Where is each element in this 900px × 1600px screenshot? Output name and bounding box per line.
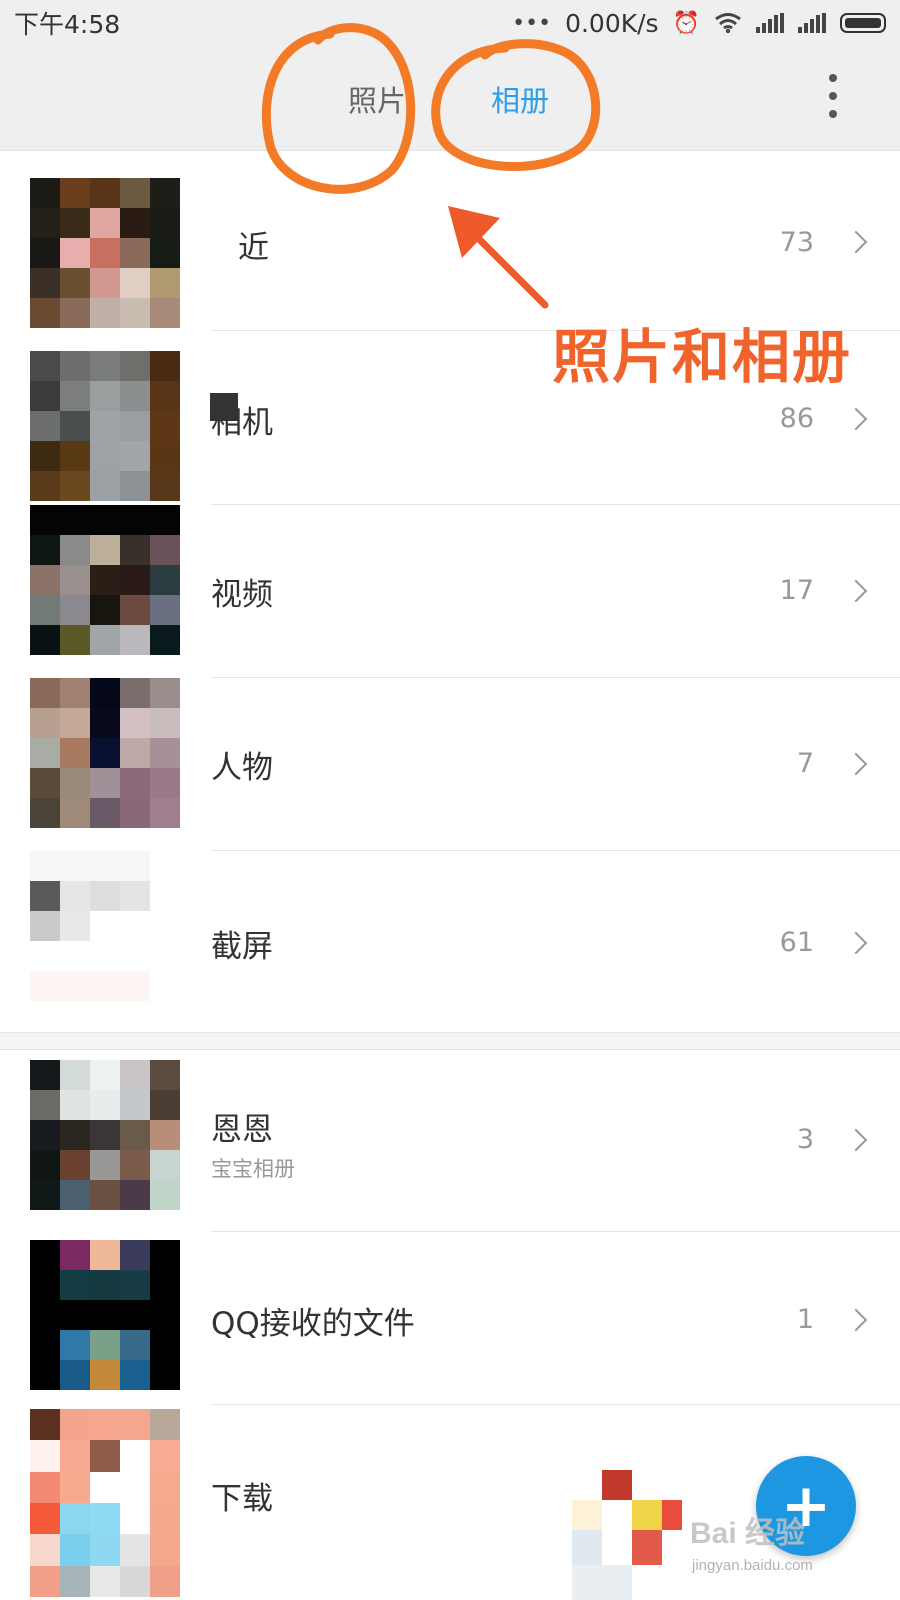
alarm-icon: ⏰	[672, 10, 700, 36]
net-speed: 0.00K/s	[565, 8, 659, 38]
watermark-url: jingyan.baidu.com	[692, 1557, 813, 1574]
annotation-label: 照片和相册	[552, 323, 853, 391]
section-separator	[0, 1032, 900, 1050]
album-thumbnail	[30, 351, 180, 501]
album-row[interactable]: 恩恩 宝宝相册 3	[0, 1050, 900, 1230]
album-title: QQ接收的文件	[211, 1306, 415, 1342]
status-icons: ••• 0.00K/s ⏰	[512, 9, 886, 38]
album-row[interactable]: 截屏 61	[0, 851, 900, 1031]
album-thumbnail	[30, 678, 180, 828]
signal-icon	[756, 13, 784, 33]
album-thumbnail	[30, 178, 180, 328]
album-count: 61	[779, 927, 814, 958]
chevron-right-icon	[844, 931, 868, 955]
album-row[interactable]: 视频 17	[0, 505, 900, 677]
tab-albums[interactable]: 相册	[491, 78, 549, 120]
album-count: 73	[779, 227, 814, 258]
status-time: 下午4:58	[14, 10, 121, 39]
chevron-right-icon	[844, 1128, 868, 1152]
album-title: 近	[238, 230, 269, 266]
album-row[interactable]: 近 73	[0, 152, 900, 328]
album-thumbnail	[30, 505, 180, 655]
chevron-right-icon	[844, 579, 868, 603]
album-thumbnail	[30, 1240, 180, 1390]
signal-icon-2	[798, 13, 826, 33]
pixelated-image	[572, 1470, 692, 1600]
album-title: 人物	[211, 750, 273, 786]
album-row[interactable]: 人物 7	[0, 678, 900, 850]
watermark-logo: Bai 经验	[690, 1517, 806, 1550]
chevron-right-icon	[844, 752, 868, 776]
header: 照片 相册	[0, 46, 900, 151]
album-title: 下载	[211, 1481, 273, 1517]
album-subtitle: 宝宝相册	[211, 1157, 295, 1181]
chevron-right-icon	[844, 1308, 868, 1332]
tab-photos[interactable]: 照片	[348, 78, 406, 120]
wifi-icon	[715, 13, 741, 34]
album-title: 截屏	[211, 929, 273, 965]
chevron-right-icon	[844, 407, 868, 431]
album-count: 17	[779, 575, 814, 606]
album-title: 视频	[211, 577, 273, 613]
album-title: 恩恩	[211, 1112, 273, 1148]
album-count: 86	[779, 403, 814, 434]
album-title: 相机	[211, 405, 273, 441]
battery-icon	[840, 13, 886, 33]
album-row[interactable]: QQ接收的文件 1	[0, 1232, 900, 1404]
album-count: 1	[796, 1304, 814, 1335]
status-bar: 下午4:58 ••• 0.00K/s ⏰	[0, 0, 900, 46]
more-dots-icon: •••	[512, 10, 552, 36]
album-count: 7	[796, 748, 814, 779]
album-thumbnail	[30, 1409, 180, 1597]
album-thumbnail	[30, 851, 180, 1001]
album-count: 3	[796, 1124, 814, 1155]
more-vert-icon[interactable]	[826, 74, 840, 118]
chevron-right-icon	[844, 230, 868, 254]
album-thumbnail	[30, 1060, 180, 1210]
